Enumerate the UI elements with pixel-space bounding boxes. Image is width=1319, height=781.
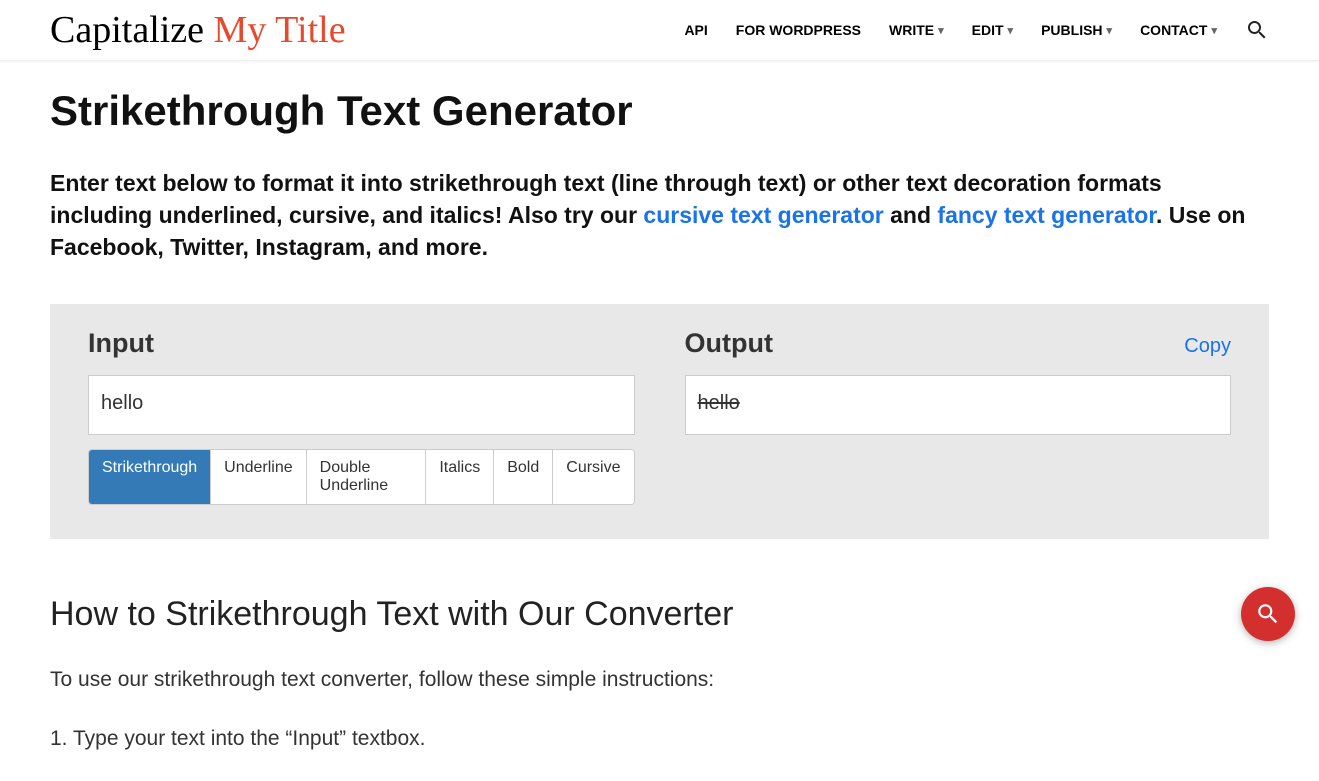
chevron-down-icon: ▾ [1008,24,1014,37]
copy-button[interactable]: Copy [1184,335,1231,358]
nav-api[interactable]: API [684,22,707,38]
howto-intro: To use our strikethrough text converter,… [50,664,770,696]
logo-part2: My Title [214,9,346,51]
input-label: Input [88,328,154,359]
chevron-down-icon: ▾ [1211,24,1217,37]
nav-publish[interactable]: PUBLISH▾ [1041,22,1112,38]
link-fancy-generator[interactable]: fancy text generator [937,202,1156,228]
btn-cursive[interactable]: Cursive [553,450,633,504]
nav-wordpress[interactable]: FOR WORDPRESS [736,22,861,38]
format-buttons: Strikethrough Underline Double Underline… [88,449,635,505]
converter-tool: Input hello Strikethrough Underline Doub… [50,304,1269,539]
btn-italics[interactable]: Italics [426,450,494,504]
link-cursive-generator[interactable]: cursive text generator [643,202,883,228]
input-header: Input [88,328,635,359]
howto-title: How to Strikethrough Text with Our Conve… [50,595,1269,634]
input-textbox[interactable]: hello [88,375,635,435]
btn-double-underline[interactable]: Double Underline [307,450,427,504]
chevron-down-icon: ▾ [1107,24,1113,37]
btn-strikethrough[interactable]: Strikethrough [89,450,211,504]
nav-edit[interactable]: EDIT▾ [972,22,1013,38]
input-column: Input hello Strikethrough Underline Doub… [88,328,635,505]
site-logo[interactable]: Capitalize My Title [50,8,346,52]
output-header: Output Copy [685,328,1232,359]
btn-underline[interactable]: Underline [211,450,306,504]
page-title: Strikethrough Text Generator [50,87,1269,135]
main-nav: API FOR WORDPRESS WRITE▾ EDIT▾ PUBLISH▾ … [684,18,1269,42]
nav-write[interactable]: WRITE▾ [889,22,944,38]
btn-bold[interactable]: Bold [494,450,553,504]
site-header: Capitalize My Title API FOR WORDPRESS WR… [0,0,1319,61]
fab-search-button[interactable] [1241,587,1295,641]
search-icon [1255,601,1281,627]
output-textbox[interactable]: hello [685,375,1232,435]
logo-part1: Capitalize [50,9,204,51]
search-icon[interactable] [1245,18,1269,42]
output-label: Output [685,328,773,359]
chevron-down-icon: ▾ [938,24,944,37]
main-content: Strikethrough Text Generator Enter text … [0,61,1319,781]
howto-step-1: 1. Type your text into the “Input” textb… [50,723,1269,755]
output-text: hello [698,392,740,414]
output-column: Output Copy hello [685,328,1232,505]
nav-contact[interactable]: CONTACT▾ [1140,22,1217,38]
intro-paragraph: Enter text below to format it into strik… [50,167,1269,264]
